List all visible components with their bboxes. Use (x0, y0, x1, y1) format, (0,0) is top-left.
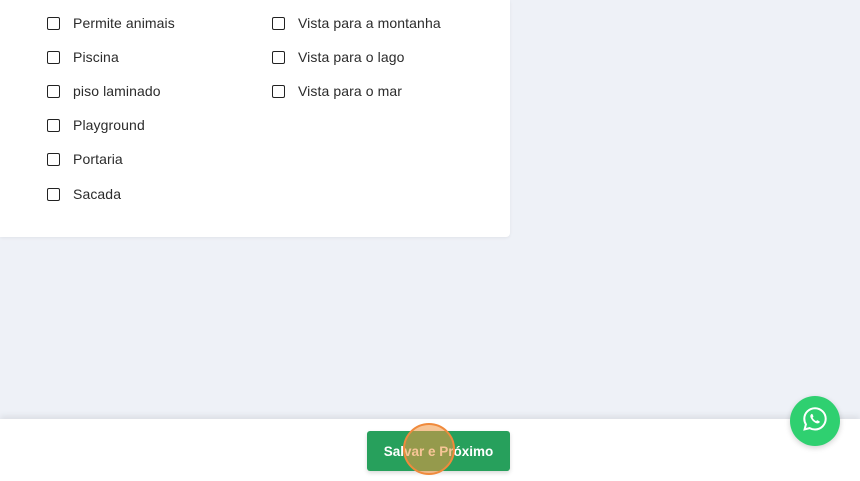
checkbox-box[interactable] (47, 50, 60, 64)
checkbox-label: Permite animais (73, 15, 175, 31)
checkbox-vista-lago[interactable]: Vista para o lago (272, 49, 405, 65)
checkbox-box[interactable] (47, 152, 60, 166)
save-and-next-button[interactable]: Salvar e Próximo (367, 431, 510, 471)
checkbox-portaria[interactable]: Portaria (47, 151, 123, 167)
checkbox-piso-laminado[interactable]: piso laminado (47, 83, 161, 99)
checkbox-piscina[interactable]: Piscina (47, 49, 119, 65)
checkbox-label: Vista para o mar (298, 83, 403, 99)
checkbox-box[interactable] (272, 84, 285, 98)
whatsapp-button[interactable] (790, 396, 840, 446)
checkbox-box[interactable] (47, 118, 60, 132)
checkbox-label: Sacada (73, 186, 122, 202)
checkbox-sacada[interactable]: Sacada (47, 186, 121, 202)
checkbox-label: Piscina (73, 49, 119, 65)
checkbox-vista-montanha[interactable]: Vista para a montanha (272, 15, 441, 31)
checkbox-label: Playground (73, 117, 145, 133)
amenities-card: Permite animais Piscina piso laminado Pl… (0, 0, 510, 237)
checkbox-label: piso laminado (73, 83, 161, 99)
checkbox-box[interactable] (47, 16, 60, 30)
checkbox-box[interactable] (47, 187, 60, 201)
checkbox-label: Vista para o lago (298, 49, 405, 65)
checkbox-box[interactable] (47, 84, 60, 98)
checkbox-vista-mar[interactable]: Vista para o mar (272, 83, 402, 99)
checkbox-label: Portaria (73, 151, 123, 167)
checkbox-label: Vista para a montanha (298, 15, 441, 31)
whatsapp-icon (801, 405, 829, 438)
checkbox-box[interactable] (272, 16, 285, 30)
checkbox-playground[interactable]: Playground (47, 117, 145, 133)
checkbox-permite-animais[interactable]: Permite animais (47, 15, 175, 31)
checkbox-box[interactable] (272, 50, 285, 64)
